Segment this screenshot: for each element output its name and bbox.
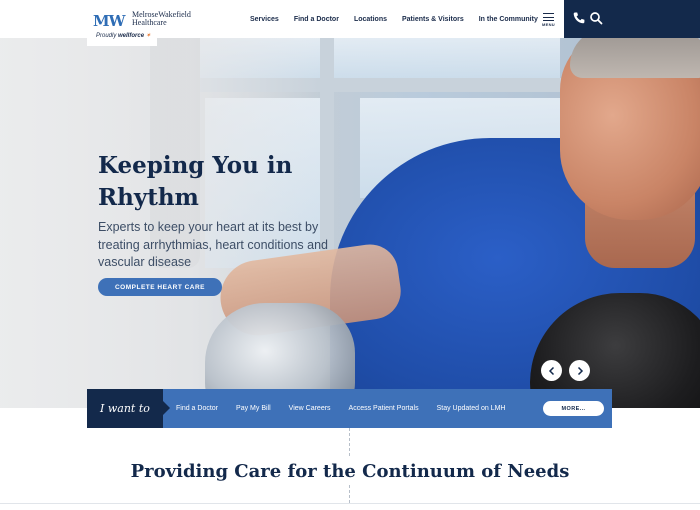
i-want-to-label: I want to [87, 389, 163, 428]
main-nav: Services Find a Doctor Locations Patient… [250, 0, 553, 38]
more-button[interactable]: MORE... [543, 401, 604, 416]
quick-link-stay-updated[interactable]: Stay Updated on LMH [437, 405, 506, 412]
hero-subtitle: Experts to keep your heart at its best b… [98, 220, 328, 269]
menu-button[interactable]: MENU [541, 12, 557, 28]
quick-link-view-careers[interactable]: View Careers [289, 405, 331, 412]
hero-title: Keeping You in Rhythm [98, 152, 293, 211]
quick-link-pay-my-bill[interactable]: Pay My Bill [236, 405, 271, 412]
wellforce-spark-icon: ✶ [145, 33, 151, 39]
quick-link-find-a-doctor[interactable]: Find a Doctor [176, 405, 218, 412]
hero-banner: Keeping You in Rhythm Experts to keep yo… [0, 38, 700, 408]
quick-link-patient-portals[interactable]: Access Patient Portals [349, 405, 419, 412]
site-logo[interactable]: MW MelroseWakefield Healthcare Proudly w… [87, 0, 191, 46]
search-icon[interactable] [589, 11, 603, 25]
carousel-prev-button[interactable] [541, 360, 562, 381]
quick-links: Find a Doctor Pay My Bill View Careers A… [176, 389, 523, 428]
logo-tagline: Proudly wellforce ✶ [96, 33, 151, 39]
menu-label: MENU [542, 22, 555, 27]
utility-bar [564, 0, 700, 38]
chevron-right-icon [577, 366, 583, 375]
phone-icon[interactable] [572, 11, 586, 25]
logo-name: MelroseWakefield Healthcare [132, 10, 191, 27]
nav-in-the-community[interactable]: In the Community [479, 16, 538, 23]
nav-locations[interactable]: Locations [354, 16, 387, 23]
carousel-next-button[interactable] [569, 360, 590, 381]
logo-mark: MW [93, 12, 125, 30]
chevron-left-icon [548, 366, 554, 375]
complete-heart-care-button[interactable]: COMPLETE HEART CARE [98, 278, 222, 296]
nav-patients-visitors[interactable]: Patients & Visitors [402, 16, 464, 23]
divider-line [349, 428, 350, 456]
hamburger-icon [543, 13, 554, 15]
nav-find-a-doctor[interactable]: Find a Doctor [294, 16, 339, 23]
nav-services[interactable]: Services [250, 16, 279, 23]
section-heading: Providing Care for the Continuum of Need… [130, 461, 570, 482]
i-want-to-bar: I want to Find a Doctor Pay My Bill View… [87, 389, 612, 428]
